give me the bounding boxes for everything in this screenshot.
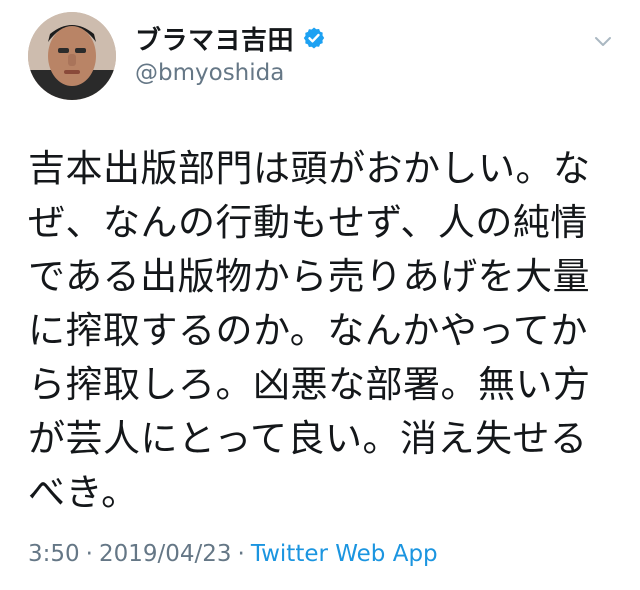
tweet-text: 吉本出版部門は頭がおかしい。な ぜ、なんの行動もせず、人の純情 である出版物から… xyxy=(28,147,591,514)
meta-separator: · xyxy=(85,541,93,567)
name-row: ブラマヨ吉田 xyxy=(135,20,326,57)
tweet-source-link[interactable]: Twitter Web App xyxy=(251,541,438,567)
meta-separator: · xyxy=(237,541,245,567)
user-handle[interactable]: @bmyoshida xyxy=(135,60,284,86)
tweet-meta: 3:50 · 2019/04/23 · Twitter Web App xyxy=(28,541,438,567)
chevron-down-icon[interactable] xyxy=(592,30,614,52)
tweet-date[interactable]: 2019/04/23 xyxy=(99,541,232,567)
tweet-time[interactable]: 3:50 xyxy=(28,541,80,567)
verified-badge-icon xyxy=(302,26,326,50)
avatar[interactable] xyxy=(28,12,116,100)
avatar-image xyxy=(28,12,116,100)
display-name[interactable]: ブラマヨ吉田 xyxy=(135,20,294,57)
tweet-card: ブラマヨ吉田 @bmyoshida 吉本出版部門は頭がおかしい。な ぜ、なんの行… xyxy=(0,0,640,590)
